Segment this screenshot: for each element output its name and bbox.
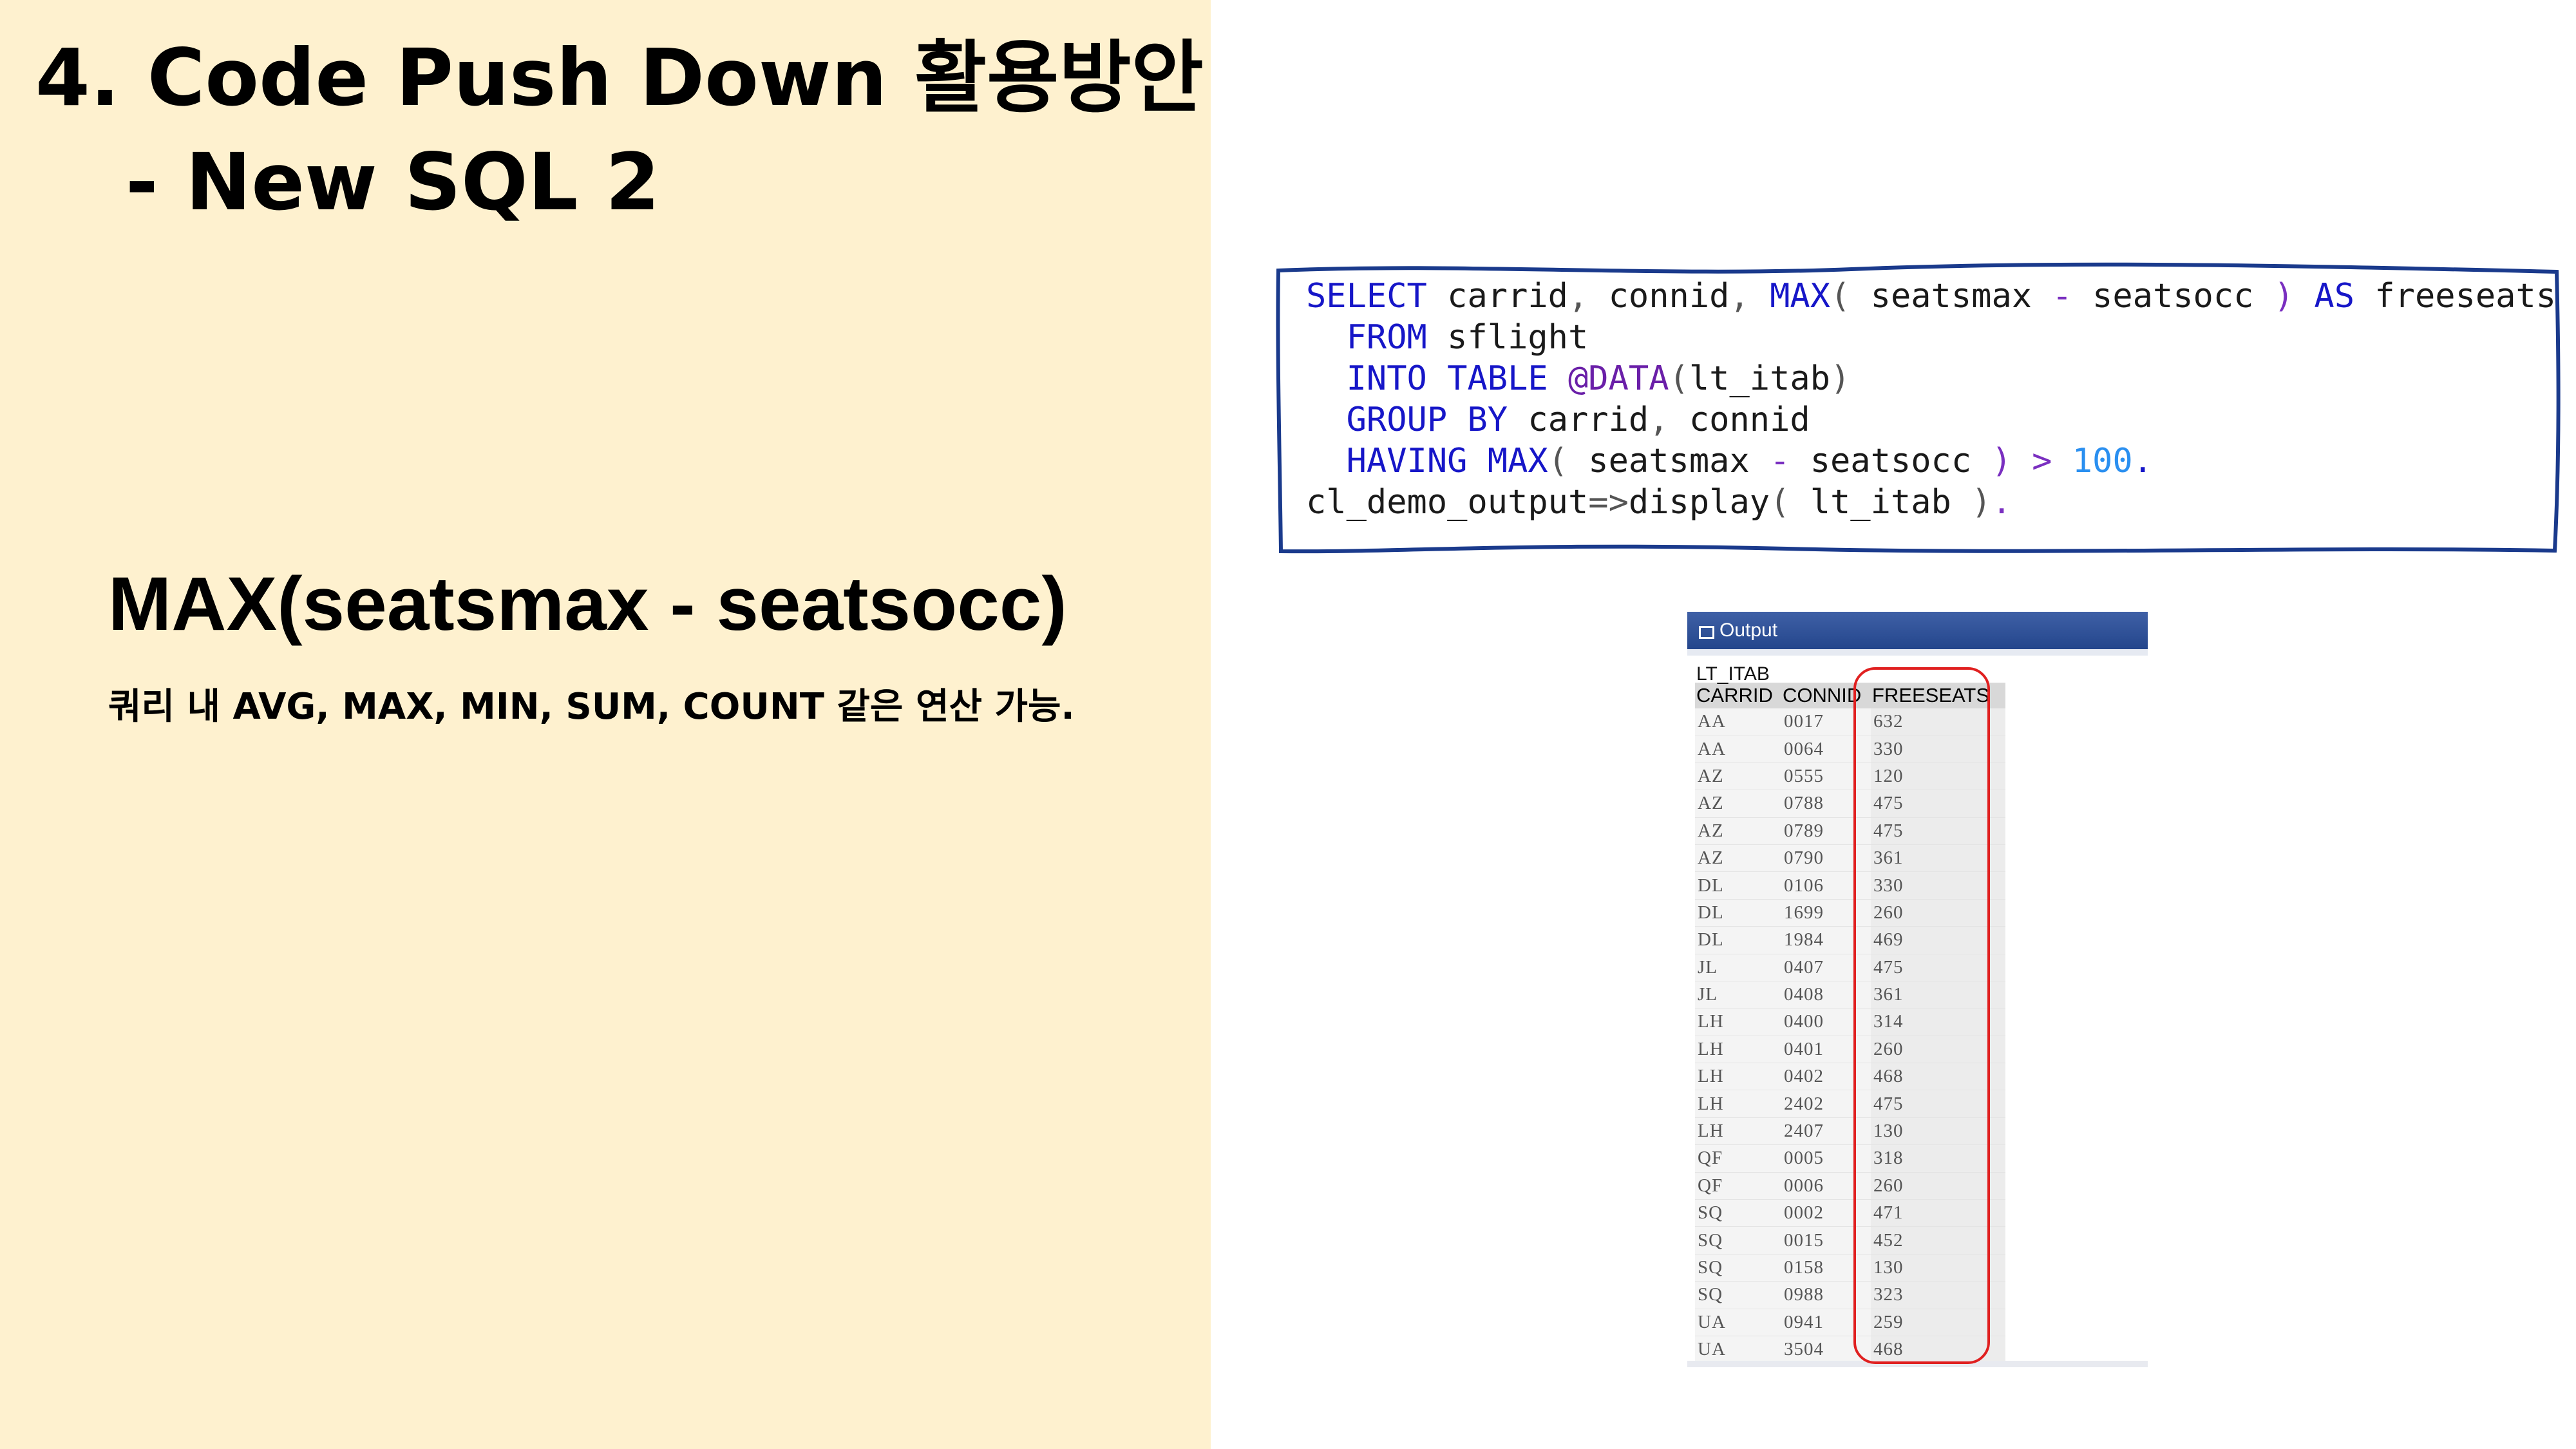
title-line-2: - New SQL 2 — [126, 137, 660, 228]
code-token: seatsocc — [2072, 277, 2274, 316]
code-token: carrid — [1508, 401, 1649, 439]
table-cell: AZ — [1695, 817, 1781, 845]
code-punct: , — [1649, 401, 1669, 439]
table-cell: JL — [1695, 954, 1781, 981]
table-cell: AA — [1695, 708, 1781, 736]
table-cell: LH — [1695, 1063, 1781, 1091]
table-cell: QF — [1695, 1172, 1781, 1200]
section-heading: MAX(seatsmax - seatsocc) — [108, 562, 1067, 647]
table-cell: QF — [1695, 1144, 1781, 1173]
code-function: MAX — [1749, 277, 1831, 316]
table-cell: AZ — [1695, 762, 1781, 791]
code-keyword: FROM — [1306, 318, 1427, 357]
code-keyword: AS — [2294, 277, 2355, 316]
code-keyword: SELECT — [1306, 277, 1427, 316]
code-keyword: HAVING — [1306, 442, 1468, 480]
code-punct: ( — [1669, 359, 1689, 398]
table-cell: AZ — [1695, 844, 1781, 873]
output-title-bar[interactable]: Output — [1687, 612, 2148, 649]
code-punct: ( — [1830, 277, 1851, 316]
table-cell: DL — [1695, 926, 1781, 954]
table-cell: SQ — [1695, 1199, 1781, 1227]
table-cell: LH — [1695, 1090, 1781, 1118]
table-cell: AZ — [1695, 790, 1781, 818]
table-cell: JL — [1695, 981, 1781, 1009]
code-token: sflight — [1426, 318, 1589, 357]
table-cell: SQ — [1695, 1254, 1781, 1282]
code-number: 100 — [2052, 442, 2133, 480]
code-operator: => — [1588, 483, 1629, 522]
freeseats-highlight-box — [1853, 667, 1990, 1364]
code-token: seatsmax — [1850, 277, 2052, 316]
code-punct: ) — [2273, 277, 2295, 316]
table-cell: LH — [1695, 1008, 1781, 1036]
table-cell: UA — [1695, 1336, 1781, 1364]
code-operator: - — [2052, 277, 2072, 316]
code-token: lt_itab — [1790, 483, 1972, 522]
output-title: Output — [1719, 620, 1778, 641]
code-token: seatsocc — [1790, 442, 1992, 480]
code-punct: . — [1991, 483, 2012, 522]
slide-title: 4. Code Push Down 활용방안 - New SQL 2 — [35, 26, 1204, 234]
abap-code-snippet: SELECT carrid, connid, MAX( seatsmax - s… — [1306, 276, 2556, 523]
code-punct: ) — [1830, 359, 1851, 398]
code-token: connid — [1669, 401, 1810, 439]
title-line-1: 4. Code Push Down 활용방안 — [35, 32, 1204, 124]
table-cell: SQ — [1695, 1226, 1781, 1255]
code-punct: ) — [1991, 442, 2012, 480]
code-operator: - — [1770, 442, 1790, 480]
table-cell: SQ — [1695, 1281, 1781, 1309]
table-cell: LH — [1695, 1036, 1781, 1064]
code-function: MAX — [1467, 442, 1548, 480]
code-punct: , — [1568, 277, 1589, 316]
code-token: connid — [1588, 277, 1730, 316]
table-cell: UA — [1695, 1309, 1781, 1336]
code-token: lt_itab — [1689, 359, 1830, 398]
section-description: 쿼리 내 AVG, MAX, MIN, SUM, COUNT 같은 연산 가능. — [108, 686, 1075, 728]
code-punct: ( — [1770, 483, 1790, 522]
column-header[interactable]: CARRID — [1695, 683, 1781, 708]
code-token: seatsmax — [1568, 442, 1770, 480]
code-operator: > — [2011, 442, 2052, 480]
output-window-icon — [1699, 626, 1714, 639]
code-function: @DATA — [1548, 359, 1669, 398]
code-token: display — [1628, 483, 1770, 522]
table-cell: AA — [1695, 735, 1781, 763]
table-cell: DL — [1695, 871, 1781, 900]
code-punct: , — [1729, 277, 1750, 316]
code-punct: . — [2132, 442, 2153, 480]
table-cell: DL — [1695, 899, 1781, 927]
table-cell: LH — [1695, 1117, 1781, 1146]
code-punct: ( — [1548, 442, 1568, 480]
output-toolbar-strip — [1687, 649, 2148, 656]
code-keyword: GROUP BY — [1306, 401, 1508, 439]
code-token: freeseats — [2354, 277, 2557, 316]
code-punct: ) — [1971, 483, 1992, 522]
code-token: carrid — [1426, 277, 1568, 316]
code-keyword: INTO TABLE — [1306, 359, 1548, 398]
code-token: cl_demo_output — [1306, 483, 1589, 522]
